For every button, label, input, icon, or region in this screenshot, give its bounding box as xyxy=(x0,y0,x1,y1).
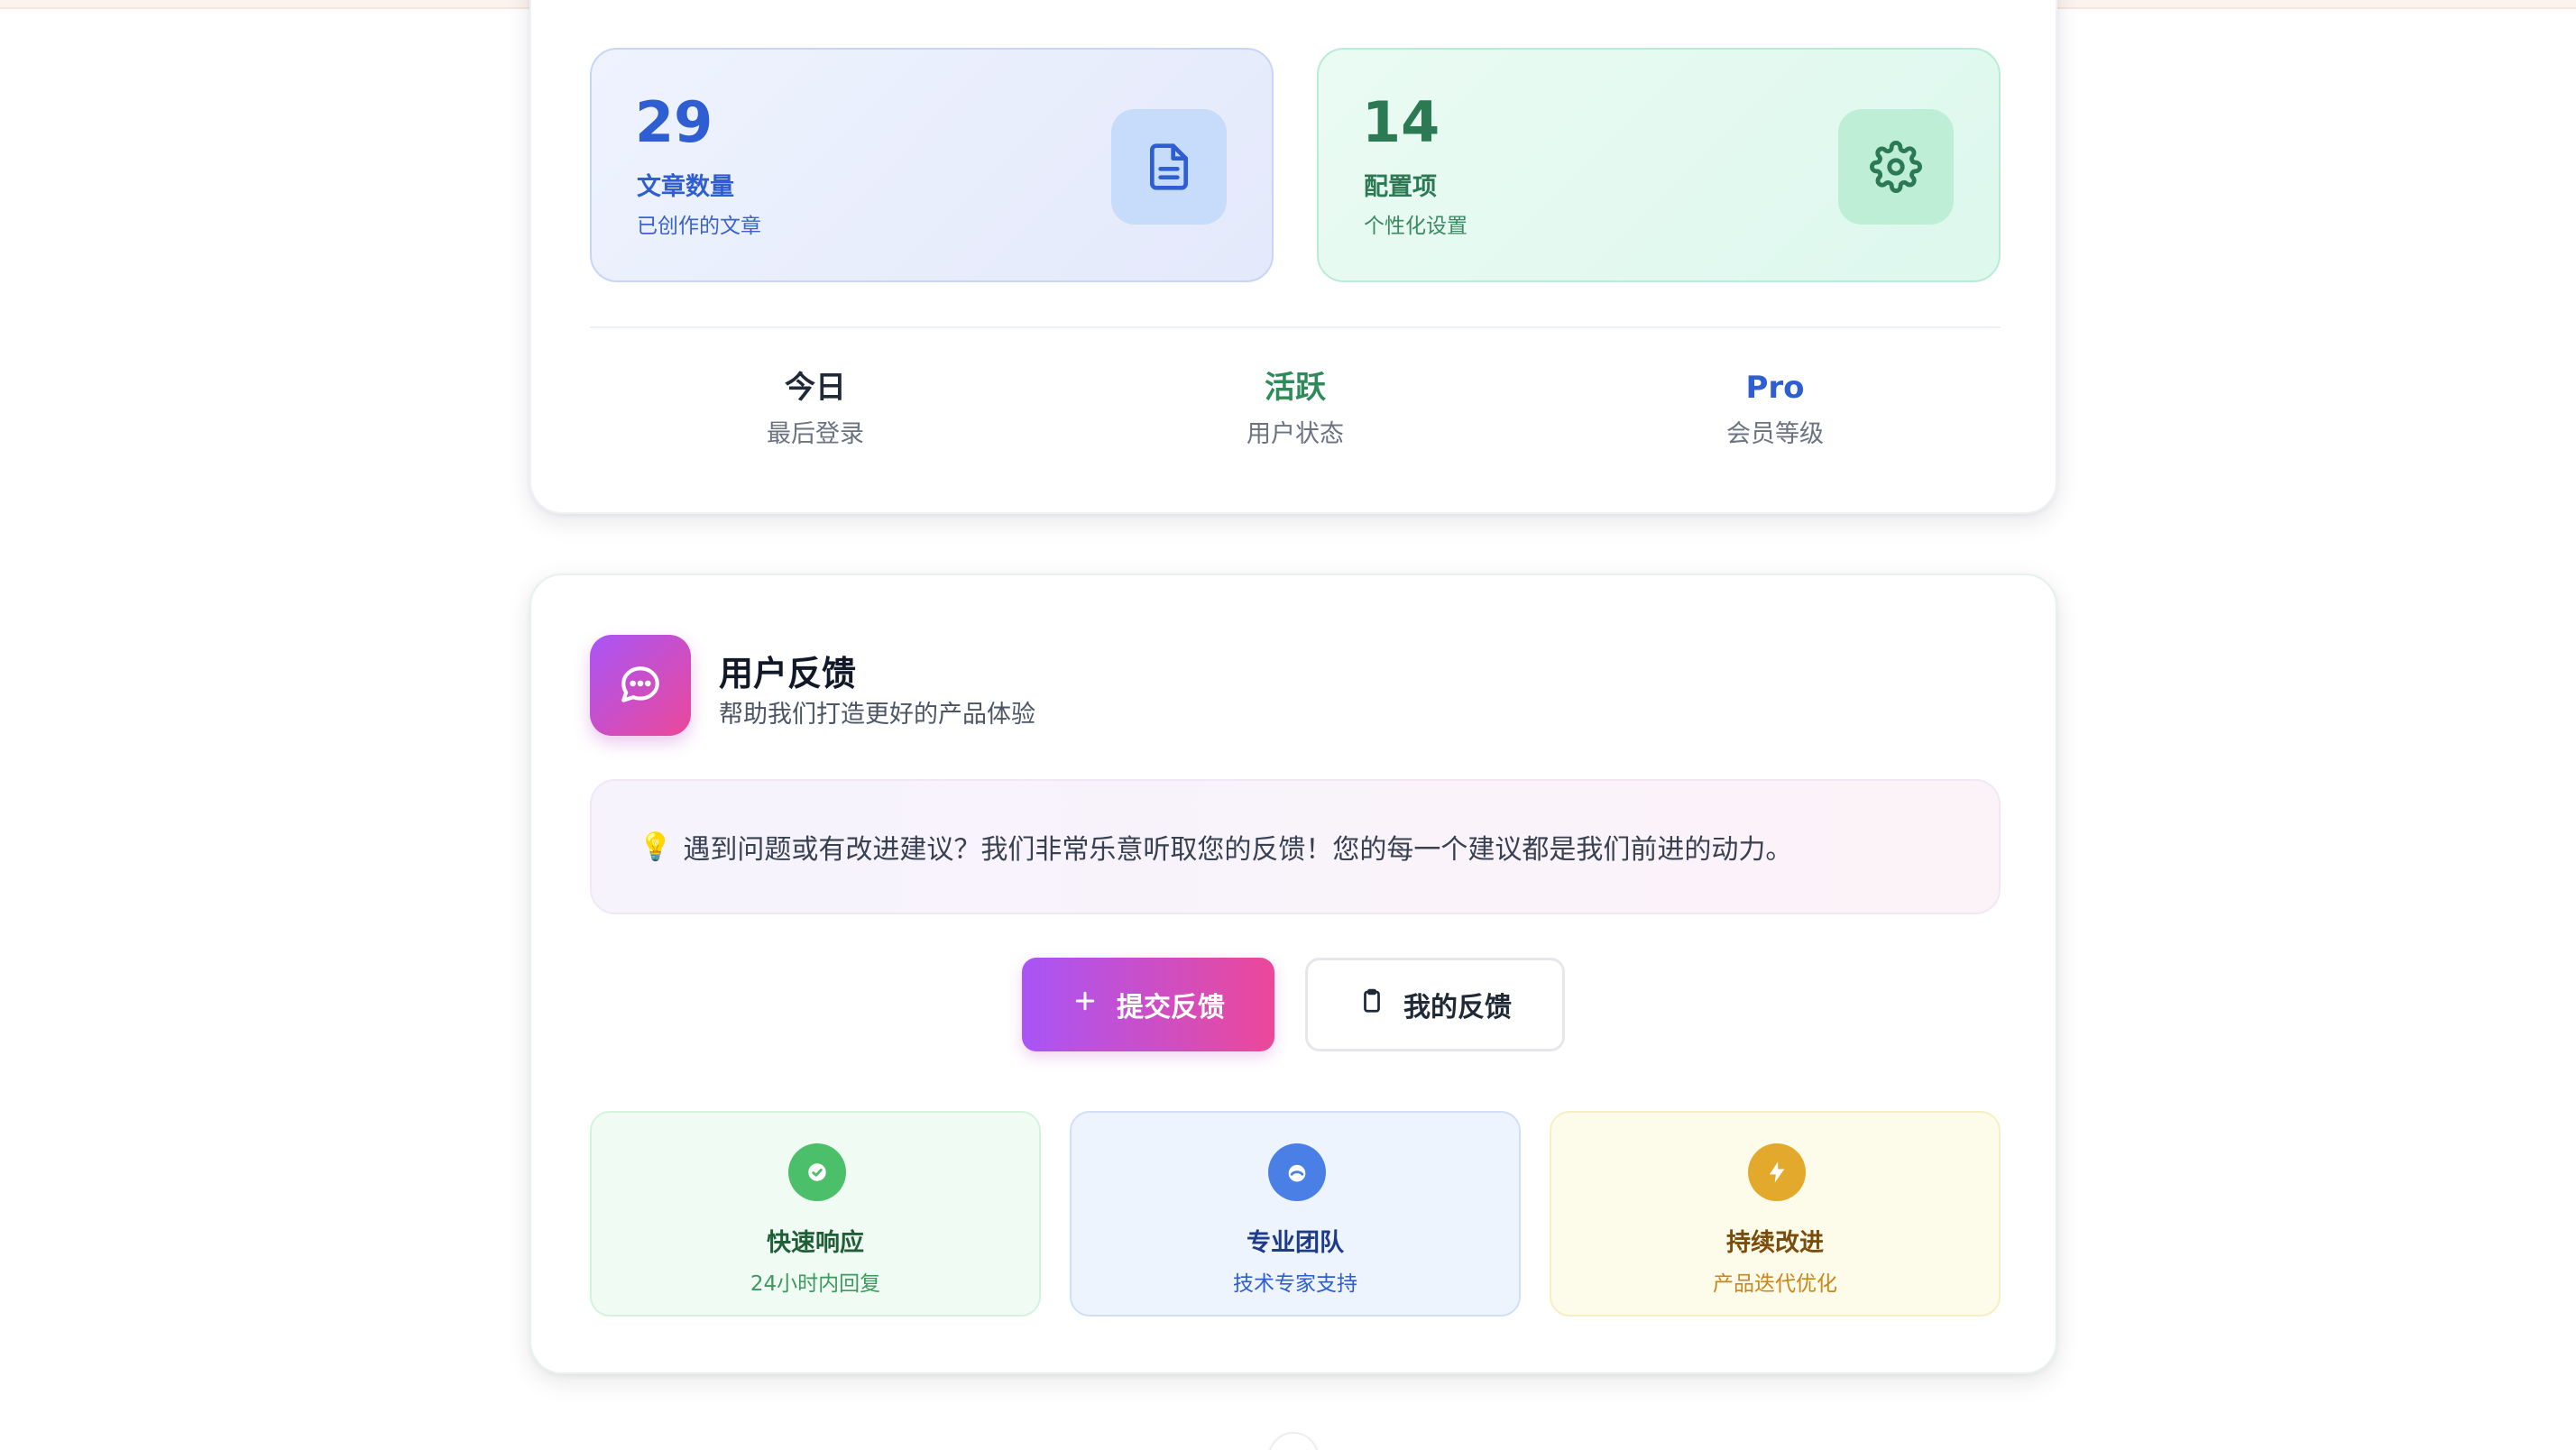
feedback-actions: 提交反馈 我的反馈 xyxy=(531,958,2056,1051)
feedback-title: 用户反馈 xyxy=(719,654,857,693)
user-status-meta: 活跃 用户状态 xyxy=(1151,370,1440,449)
lightning-icon xyxy=(1748,1143,1806,1201)
feedback-card: 用户反馈 帮助我们打造更好的产品体验 💡 遇到问题或有改进建议？我们非常乐意听取… xyxy=(529,574,2057,1374)
last-login-label: 最后登录 xyxy=(767,419,864,448)
stats-divider xyxy=(590,326,2001,328)
feature-continuous-improvement: 持续改进 产品迭代优化 xyxy=(1550,1111,2001,1317)
articles-subtitle: 已创作的文章 xyxy=(637,215,761,238)
articles-title: 文章数量 xyxy=(637,173,734,201)
last-login-value: 今日 xyxy=(785,370,846,406)
feature-expert-team: 专业团队 技术专家支持 xyxy=(1070,1111,1521,1317)
configs-count: 14 xyxy=(1362,89,1440,155)
feedback-subtitle: 帮助我们打造更好的产品体验 xyxy=(719,701,1035,729)
feature-subtitle: 产品迭代优化 xyxy=(1713,1272,1837,1296)
feedback-notice: 💡 遇到问题或有改进建议？我们非常乐意听取您的反馈！您的每一个建议都是我们前进的… xyxy=(590,779,2001,914)
articles-stat-card[interactable]: 29 文章数量 已创作的文章 xyxy=(590,48,1274,282)
scroll-indicator[interactable] xyxy=(1268,1432,1319,1450)
my-feedback-button[interactable]: 我的反馈 xyxy=(1305,958,1565,1051)
check-circle-icon xyxy=(788,1143,846,1201)
stats-card: 29 文章数量 已创作的文章 14 配置项 个性化设置 今日 最后登录 活跃 用… xyxy=(529,0,2057,514)
submit-feedback-label: 提交反馈 xyxy=(1117,992,1225,1023)
feature-title: 专业团队 xyxy=(1247,1229,1344,1257)
feature-title: 快速响应 xyxy=(767,1229,864,1257)
document-icon xyxy=(1111,109,1227,225)
submit-feedback-button[interactable]: 提交反馈 xyxy=(1022,958,1274,1051)
configs-title: 配置项 xyxy=(1364,173,1437,201)
user-status-label: 用户状态 xyxy=(1247,419,1344,448)
lightbulb-icon: 💡 xyxy=(639,831,673,863)
team-icon xyxy=(1268,1143,1326,1201)
feature-fast-response: 快速响应 24小时内回复 xyxy=(590,1111,1041,1317)
feature-subtitle: 技术专家支持 xyxy=(1233,1272,1357,1296)
user-status-value: 活跃 xyxy=(1265,370,1326,406)
membership-label: 会员等级 xyxy=(1726,419,1824,448)
chat-bubble-icon xyxy=(590,635,691,736)
plus-icon xyxy=(1072,987,1099,1022)
feature-title: 持续改进 xyxy=(1726,1229,1824,1257)
articles-count: 29 xyxy=(635,89,713,155)
membership-value: Pro xyxy=(1745,370,1805,406)
my-feedback-label: 我的反馈 xyxy=(1403,992,1512,1023)
clipboard-icon xyxy=(1358,987,1385,1022)
feature-subtitle: 24小时内回复 xyxy=(750,1272,881,1296)
gear-icon xyxy=(1838,109,1954,225)
configs-stat-card[interactable]: 14 配置项 个性化设置 xyxy=(1317,48,2001,282)
configs-subtitle: 个性化设置 xyxy=(1364,215,1467,238)
feedback-notice-text: 遇到问题或有改进建议？我们非常乐意听取您的反馈！您的每一个建议都是我们前进的动力… xyxy=(683,834,1793,866)
membership-meta: Pro 会员等级 xyxy=(1631,370,1919,449)
last-login-meta: 今日 最后登录 xyxy=(671,370,960,449)
